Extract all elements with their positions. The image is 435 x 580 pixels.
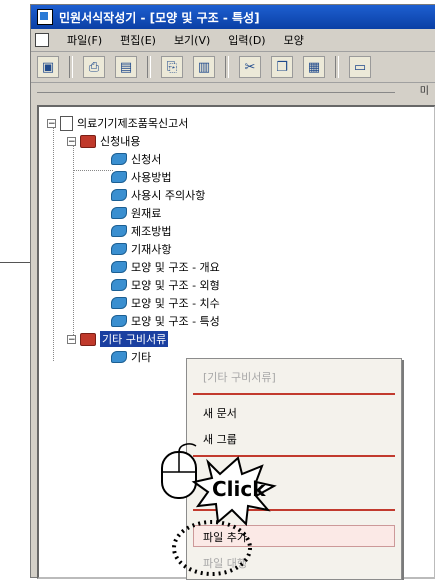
tree-item[interactable]: 사용방법 xyxy=(111,169,171,185)
cut-icon[interactable]: ✂ xyxy=(239,56,261,78)
app-icon xyxy=(37,9,53,25)
tree-item-label: 신청서 xyxy=(131,153,162,166)
print-preview-icon[interactable]: ⎘ xyxy=(161,56,183,78)
sub-bar: 미 xyxy=(31,83,435,101)
tree-item-label: 제조방법 xyxy=(131,225,172,238)
page-icon xyxy=(111,243,127,255)
callout-line xyxy=(0,262,30,263)
tree-group-other-documents[interactable]: − 기타 구비서류 xyxy=(67,331,169,347)
document-icon xyxy=(35,33,49,47)
window-icon[interactable]: ▣ xyxy=(37,56,59,78)
tree-item-label: 모양 및 구조 - 치수 xyxy=(131,297,220,310)
toolbar-separator xyxy=(335,56,339,78)
tree-item-label: 기재사항 xyxy=(131,243,172,256)
new-folder-icon[interactable]: ▭ xyxy=(349,56,371,78)
tree-group-label: 기타 구비서류 xyxy=(100,331,169,347)
page-icon xyxy=(111,207,127,219)
tree-item-label: 모양 및 구조 - 개요 xyxy=(131,261,220,274)
menu-file[interactable]: 파일(F) xyxy=(67,32,102,48)
tree-group-application[interactable]: − 신청내용 xyxy=(67,133,140,149)
context-menu-header: [기타 구비서류] xyxy=(203,371,276,384)
print-icon[interactable]: ⎙ xyxy=(83,56,105,78)
highlight-circle xyxy=(172,520,252,576)
tree-root[interactable]: − 의료기기제조품목신고서 xyxy=(47,115,188,131)
toolbar-separator xyxy=(225,56,229,78)
tree-item-label: 모양 및 구조 - 외형 xyxy=(131,279,220,292)
tree-item[interactable]: 기재사항 xyxy=(111,241,171,257)
tree-connector xyxy=(53,125,54,361)
tree-item[interactable]: 사용시 주의사항 xyxy=(111,187,205,203)
tree-item-label: 사용방법 xyxy=(131,171,172,184)
sub-bar-label: 미 xyxy=(419,86,429,97)
tree-item[interactable]: 모양 및 구조 - 특성 xyxy=(111,313,220,329)
tree-item[interactable]: 원재료 xyxy=(111,205,161,221)
tree-item[interactable]: 제조방법 xyxy=(111,223,171,239)
save-icon[interactable]: ▤ xyxy=(115,56,137,78)
book-icon xyxy=(80,134,96,148)
page-icon xyxy=(111,189,127,201)
click-annotation: Click xyxy=(161,443,277,576)
click-label: Click xyxy=(212,477,266,501)
menu-edit[interactable]: 편집(E) xyxy=(120,32,156,48)
menu-separator xyxy=(193,393,395,395)
page-icon xyxy=(111,171,127,183)
page-icon xyxy=(111,315,127,327)
page-icon xyxy=(111,297,127,309)
collapse-icon[interactable]: − xyxy=(67,136,76,146)
page-icon xyxy=(111,351,127,363)
document-icon xyxy=(60,115,73,131)
menu-insert[interactable]: 입력(D) xyxy=(228,32,265,48)
toolbar-separator xyxy=(69,56,73,78)
toolbar-separator xyxy=(147,56,151,78)
tree-item[interactable]: 모양 및 구조 - 외형 xyxy=(111,277,220,293)
tree-item-label: 사용시 주의사항 xyxy=(131,189,206,202)
tree-item[interactable]: 기타 xyxy=(111,349,151,365)
tree-item[interactable]: 모양 및 구조 - 개요 xyxy=(111,259,220,275)
menu-item-new-document[interactable]: 새 문서 xyxy=(203,405,237,421)
page-icon xyxy=(111,225,127,237)
collapse-icon[interactable]: − xyxy=(47,118,56,128)
tree-item-label: 원재료 xyxy=(131,207,162,220)
page-icon xyxy=(111,279,127,291)
tree-item-label: 모양 및 구조 - 특성 xyxy=(131,315,220,328)
tree-item-label: 기타 xyxy=(131,351,152,364)
tree-item[interactable]: 신청서 xyxy=(111,151,161,167)
toolbar: ▣ ⎙ ▤ ⎘ ▥ ✂ ❐ ▦ ▭ xyxy=(31,52,435,83)
copy-icon[interactable]: ❐ xyxy=(271,56,293,78)
window-title: 민원서식작성기 - [모양 및 구조 - 특성] xyxy=(59,10,260,25)
menu-bar: 파일(F) 편집(E) 보기(V) 입력(D) 모양 xyxy=(31,29,435,52)
menu-view[interactable]: 보기(V) xyxy=(174,32,210,48)
book-icon xyxy=(80,332,96,346)
tree-item[interactable]: 모양 및 구조 - 치수 xyxy=(111,295,220,311)
page-icon xyxy=(111,153,127,165)
tree-connector xyxy=(73,143,74,343)
title-bar[interactable]: 민원서식작성기 - [모양 및 구조 - 특성] xyxy=(31,5,435,29)
collapse-icon[interactable]: − xyxy=(67,334,76,344)
tree-connector xyxy=(73,170,113,171)
menu-format[interactable]: 모양 xyxy=(284,32,304,48)
tree-group-label: 신청내용 xyxy=(100,135,141,148)
paste-icon[interactable]: ▦ xyxy=(303,56,325,78)
page-icon xyxy=(111,261,127,273)
mouse-icon xyxy=(161,443,197,499)
tree-root-label: 의료기기제조품목신고서 xyxy=(77,117,189,130)
document-icon[interactable]: ▥ xyxy=(193,56,215,78)
